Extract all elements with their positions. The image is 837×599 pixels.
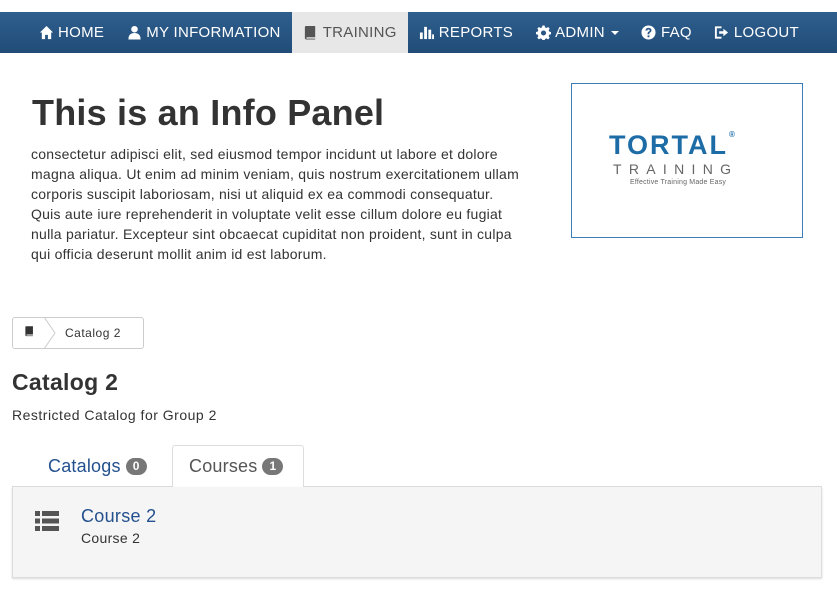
book-icon — [24, 324, 35, 342]
nav-reports-label: REPORTS — [438, 24, 514, 41]
catalogs-count-badge: 0 — [125, 457, 147, 475]
bar-chart-icon — [419, 25, 435, 41]
logout-icon — [714, 25, 730, 41]
catalog-title: Catalog 2 — [12, 369, 119, 395]
nav-home-label: HOME — [58, 24, 105, 41]
list-icon — [35, 511, 59, 531]
logo-sub: TRAINING — [613, 161, 739, 177]
course-subtitle: Course 2 — [81, 530, 141, 546]
nav-logout-label: LOGOUT — [733, 24, 800, 41]
nav-menu: HOME MY INFORMATION TRAINING REPORTS ADM… — [27, 12, 810, 53]
courses-count-badge: 1 — [262, 458, 284, 475]
nav-my-information-label: MY INFORMATION — [146, 24, 281, 41]
company-logo: TORTAL® TRAINING Effective Training Made… — [571, 83, 803, 238]
logo-brand: TORTAL® — [609, 130, 737, 161]
nav-training-label: TRAINING — [322, 24, 397, 41]
breadcrumb-separator — [43, 317, 56, 349]
nav-reports[interactable]: REPORTS — [408, 12, 524, 53]
nav-training[interactable]: TRAINING — [291, 12, 408, 53]
breadcrumb: Catalog 2 — [12, 317, 144, 349]
book-icon — [303, 25, 319, 41]
breadcrumb-current: Catalog 2 — [65, 326, 121, 340]
home-icon — [38, 25, 54, 41]
breadcrumb-home[interactable] — [13, 318, 45, 348]
user-icon — [126, 25, 142, 41]
course-list-panel: Course 2 Course 2 — [12, 487, 822, 578]
info-panel-title: This is an Info Panel — [32, 92, 385, 133]
chevron-down-icon — [610, 30, 619, 35]
top-navbar: HOME MY INFORMATION TRAINING REPORTS ADM… — [0, 0, 837, 53]
nav-faq-label: FAQ — [660, 24, 692, 41]
tab-catalogs-label: Catalogs — [48, 455, 121, 476]
nav-faq[interactable]: FAQ — [630, 12, 703, 53]
tab-courses[interactable]: Courses 1 — [172, 445, 304, 488]
question-circle-icon — [641, 25, 657, 41]
gear-icon — [535, 25, 551, 41]
tab-catalogs[interactable]: Catalogs 0 — [32, 445, 163, 487]
nav-admin[interactable]: ADMIN — [524, 12, 630, 53]
course-link[interactable]: Course 2 — [81, 506, 156, 527]
nav-logout[interactable]: LOGOUT — [703, 12, 810, 53]
nav-home[interactable]: HOME — [27, 12, 115, 53]
registered-mark-icon: ® — [729, 130, 737, 139]
catalog-tabs: Catalogs 0 Courses 1 — [12, 445, 822, 488]
logo-brand-text: TORTAL — [609, 130, 728, 160]
info-panel-body: consectetur adipisci elit, sed eiusmod t… — [31, 146, 519, 262]
logo-tagline: Effective Training Made Easy — [630, 179, 727, 186]
catalog-description: Restricted Catalog for Group 2 — [12, 407, 217, 423]
tab-courses-label: Courses — [189, 456, 258, 476]
nav-my-information[interactable]: MY INFORMATION — [115, 12, 291, 53]
nav-admin-label: ADMIN — [555, 24, 605, 41]
